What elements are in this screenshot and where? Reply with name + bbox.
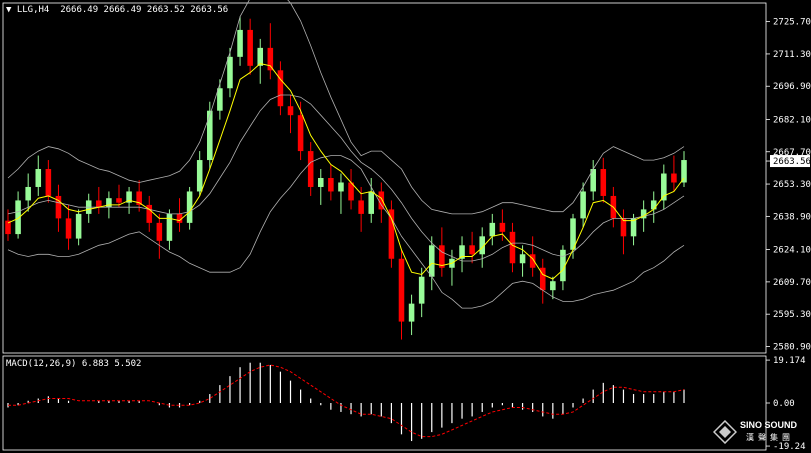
- bearish-candle[interactable]: [156, 222, 163, 241]
- bearish-candle[interactable]: [600, 169, 607, 196]
- price-tick-label: 2653.30: [773, 180, 811, 190]
- bullish-candle[interactable]: [237, 29, 243, 57]
- bullish-candle[interactable]: [207, 110, 213, 161]
- price-tick-label: 2711.30: [773, 50, 811, 60]
- macd-header: MACD(12,26,9) 6.883 5.502: [6, 359, 142, 369]
- bearish-candle[interactable]: [398, 258, 405, 322]
- logo-name: SINO SOUND: [740, 420, 798, 430]
- bearish-candle[interactable]: [358, 200, 364, 214]
- macd-tick-label: 19.174: [773, 356, 806, 366]
- collapse-triangle-icon[interactable]: ▼: [6, 5, 11, 15]
- price-tick-label: 2682.10: [773, 115, 811, 125]
- bullish-candle[interactable]: [681, 160, 687, 183]
- bullish-candle[interactable]: [368, 191, 374, 214]
- bearish-candle[interactable]: [307, 151, 314, 187]
- price-tick-label: 2595.30: [773, 310, 811, 320]
- bearish-candle[interactable]: [116, 198, 122, 203]
- bullish-candle[interactable]: [227, 56, 233, 89]
- symbol-label: LLG,H4: [16, 5, 50, 15]
- bullish-candle[interactable]: [25, 186, 31, 201]
- bullish-candle[interactable]: [186, 191, 193, 223]
- ohlc-readout: 2666.49 2666.49 2663.52 2663.56: [60, 5, 229, 15]
- bearish-candle[interactable]: [267, 47, 274, 71]
- price-tick-label: 2580.90: [773, 342, 811, 352]
- bearish-candle[interactable]: [277, 70, 284, 107]
- main-chart-header: ▼ LLG,H4 2666.49 2666.49 2663.52 2663.56: [6, 5, 228, 16]
- bearish-candle[interactable]: [287, 106, 294, 116]
- bearish-candle[interactable]: [96, 200, 102, 208]
- price-tick-label: 2725.70: [773, 18, 811, 28]
- bullish-candle[interactable]: [35, 169, 42, 187]
- bearish-candle[interactable]: [247, 29, 253, 66]
- bollinger-upper-band: [7, 0, 685, 215]
- bullish-candle[interactable]: [196, 160, 203, 192]
- bearish-candle[interactable]: [388, 209, 395, 259]
- chart-canvas[interactable]: 2725.702711.302696.902682.102667.702653.…: [0, 0, 811, 453]
- bollinger-middle-band: [7, 94, 685, 262]
- bullish-candle[interactable]: [408, 303, 415, 322]
- bullish-candle[interactable]: [75, 213, 82, 239]
- diamond-logo-icon: [713, 420, 737, 444]
- bearish-candle[interactable]: [297, 115, 304, 152]
- bullish-candle[interactable]: [550, 281, 556, 291]
- macd-tick-label: 0.00: [773, 399, 795, 409]
- bearish-candle[interactable]: [671, 173, 677, 183]
- bearish-candle[interactable]: [509, 231, 516, 264]
- bullish-candle[interactable]: [217, 88, 223, 111]
- bullish-candle[interactable]: [418, 276, 425, 304]
- chart-window[interactable]: 2725.70 2711.30 2696.90 2682.10 2667.70 2653.…: [0, 0, 811, 453]
- sino-sound-logo: SINO SOUND 漢聲集團: [713, 418, 805, 448]
- bullish-candle[interactable]: [318, 178, 324, 187]
- price-tick-label: 2638.90: [773, 212, 811, 222]
- bullish-candle[interactable]: [428, 245, 435, 277]
- logo-subtitle: 漢聲集團: [746, 433, 794, 442]
- bearish-candle[interactable]: [469, 245, 475, 255]
- price-tick-label: 2624.10: [773, 246, 811, 256]
- price-tick-label: 2609.70: [773, 278, 811, 288]
- bullish-candle[interactable]: [580, 191, 586, 219]
- current-price-label: 2663.56: [773, 157, 811, 167]
- bearish-candle[interactable]: [378, 191, 385, 210]
- bearish-candle[interactable]: [45, 169, 52, 196]
- bearish-candle[interactable]: [499, 222, 506, 232]
- bollinger-lower-band: [7, 155, 685, 309]
- bullish-candle[interactable]: [519, 254, 526, 264]
- bullish-candle[interactable]: [338, 182, 344, 192]
- price-tick-label: 2696.90: [773, 82, 811, 92]
- bearish-candle[interactable]: [439, 245, 445, 268]
- bearish-candle[interactable]: [65, 218, 72, 239]
- bullish-candle[interactable]: [489, 222, 496, 237]
- bearish-candle[interactable]: [328, 178, 334, 192]
- bullish-candle[interactable]: [650, 200, 657, 210]
- macd-frame: [2, 355, 767, 451]
- main-chart-frame: [2, 2, 767, 354]
